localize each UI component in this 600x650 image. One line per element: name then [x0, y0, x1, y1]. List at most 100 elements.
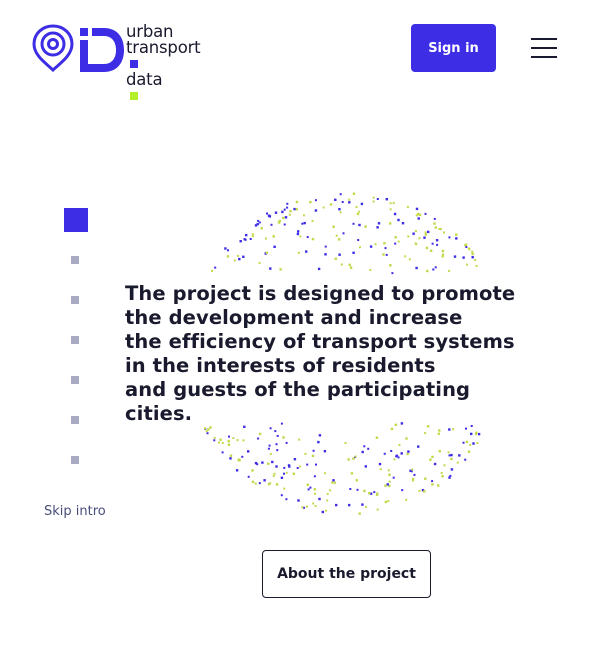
step-2[interactable]	[71, 256, 79, 264]
globe-dot	[306, 483, 309, 486]
globe-dot	[267, 447, 270, 450]
globe-dot	[425, 246, 429, 250]
globe-dot	[239, 240, 242, 243]
globe-dot	[339, 193, 342, 196]
globe-dot	[375, 436, 379, 439]
globe-dot	[465, 427, 467, 430]
globe-dot	[383, 242, 386, 245]
globe-dot	[258, 221, 261, 224]
globe-dot	[375, 494, 378, 496]
globe-dot	[241, 455, 244, 458]
globe-dot	[384, 247, 387, 250]
globe-dot	[251, 233, 254, 236]
globe-dot	[258, 482, 261, 485]
globe-dot	[312, 449, 315, 452]
globe-dot	[314, 199, 317, 202]
globe-dot	[267, 482, 271, 486]
globe-dot	[254, 482, 257, 485]
globe-dot	[276, 449, 279, 452]
globe-dot	[313, 475, 316, 478]
globe-dot	[401, 222, 405, 225]
globe-dot	[372, 200, 375, 203]
globe-dot	[332, 479, 335, 482]
globe-dot	[269, 453, 272, 456]
globe-dot	[341, 201, 344, 203]
globe-dot	[258, 432, 262, 436]
globe-dot	[443, 464, 446, 467]
step-1[interactable]	[64, 208, 88, 232]
globe-dot	[439, 228, 442, 231]
globe-dot	[469, 443, 472, 446]
globe-dot	[272, 474, 275, 477]
logo-wordmark: urban transport data	[126, 23, 201, 104]
sign-in-button[interactable]: Sign in	[411, 24, 496, 72]
globe-dot	[274, 430, 277, 433]
globe-dot	[423, 236, 426, 239]
globe-dot	[211, 270, 214, 272]
globe-dot	[364, 225, 367, 228]
about-project-button[interactable]: About the project	[262, 550, 431, 598]
step-6[interactable]	[71, 416, 79, 424]
globe-dot	[227, 443, 231, 446]
globe-dot	[323, 450, 327, 453]
globe-dot	[224, 247, 227, 250]
globe-dot	[441, 255, 444, 258]
globe-dot	[441, 475, 444, 478]
globe-dot	[236, 439, 239, 442]
globe-dot	[455, 237, 458, 240]
site-header: urban transport data Sign in	[0, 0, 600, 100]
globe-dot	[299, 465, 302, 468]
skip-intro-link[interactable]: Skip intro	[44, 504, 106, 519]
globe-dot	[285, 441, 288, 444]
step-7[interactable]	[71, 456, 79, 464]
globe-dot	[288, 465, 291, 468]
globe-dot	[363, 489, 366, 493]
menu-button[interactable]	[528, 36, 560, 60]
globe-dot	[442, 253, 445, 256]
globe-dot	[447, 451, 450, 454]
globe-dot	[448, 428, 451, 431]
globe-dot	[354, 455, 357, 458]
globe-dot	[313, 488, 316, 491]
globe-dot	[464, 243, 468, 246]
globe-dot	[247, 450, 250, 453]
globe-dot	[448, 269, 451, 272]
globe-dot	[406, 205, 409, 208]
globe-dot	[365, 505, 368, 508]
globe-dot	[260, 227, 263, 230]
globe-dot	[431, 455, 434, 459]
globe-dot	[306, 236, 309, 239]
globe-dot	[349, 266, 353, 269]
globe-dot	[283, 487, 286, 490]
globe-dot	[393, 458, 396, 461]
globe-dot	[356, 488, 359, 491]
globe-dot	[424, 477, 427, 480]
globe-dot	[462, 256, 465, 259]
globe-dot	[405, 437, 408, 440]
globe-dot	[397, 218, 400, 222]
globe-dot	[462, 441, 465, 444]
globe-dot	[448, 236, 451, 239]
globe-dot	[418, 213, 422, 217]
step-4[interactable]	[71, 336, 79, 344]
globe-dot	[448, 476, 451, 479]
globe-dot	[474, 259, 477, 261]
globe-dot	[273, 472, 276, 475]
globe-dot	[426, 269, 429, 273]
globe-dot	[309, 200, 312, 204]
globe-dot	[395, 454, 399, 457]
globe-dot	[326, 492, 329, 495]
step-3[interactable]	[71, 296, 79, 304]
globe-dot	[379, 468, 382, 471]
globe-dot	[378, 462, 382, 466]
globe-dot	[317, 440, 320, 444]
globe-dot	[358, 210, 361, 213]
step-5[interactable]	[71, 376, 79, 384]
globe-dot	[392, 476, 395, 479]
logo[interactable]: urban transport data	[32, 23, 232, 100]
globe-dot	[338, 208, 341, 211]
globe-dot	[408, 258, 411, 261]
globe-dot	[348, 198, 351, 201]
globe-dot	[373, 491, 376, 494]
globe-dot	[285, 471, 288, 474]
